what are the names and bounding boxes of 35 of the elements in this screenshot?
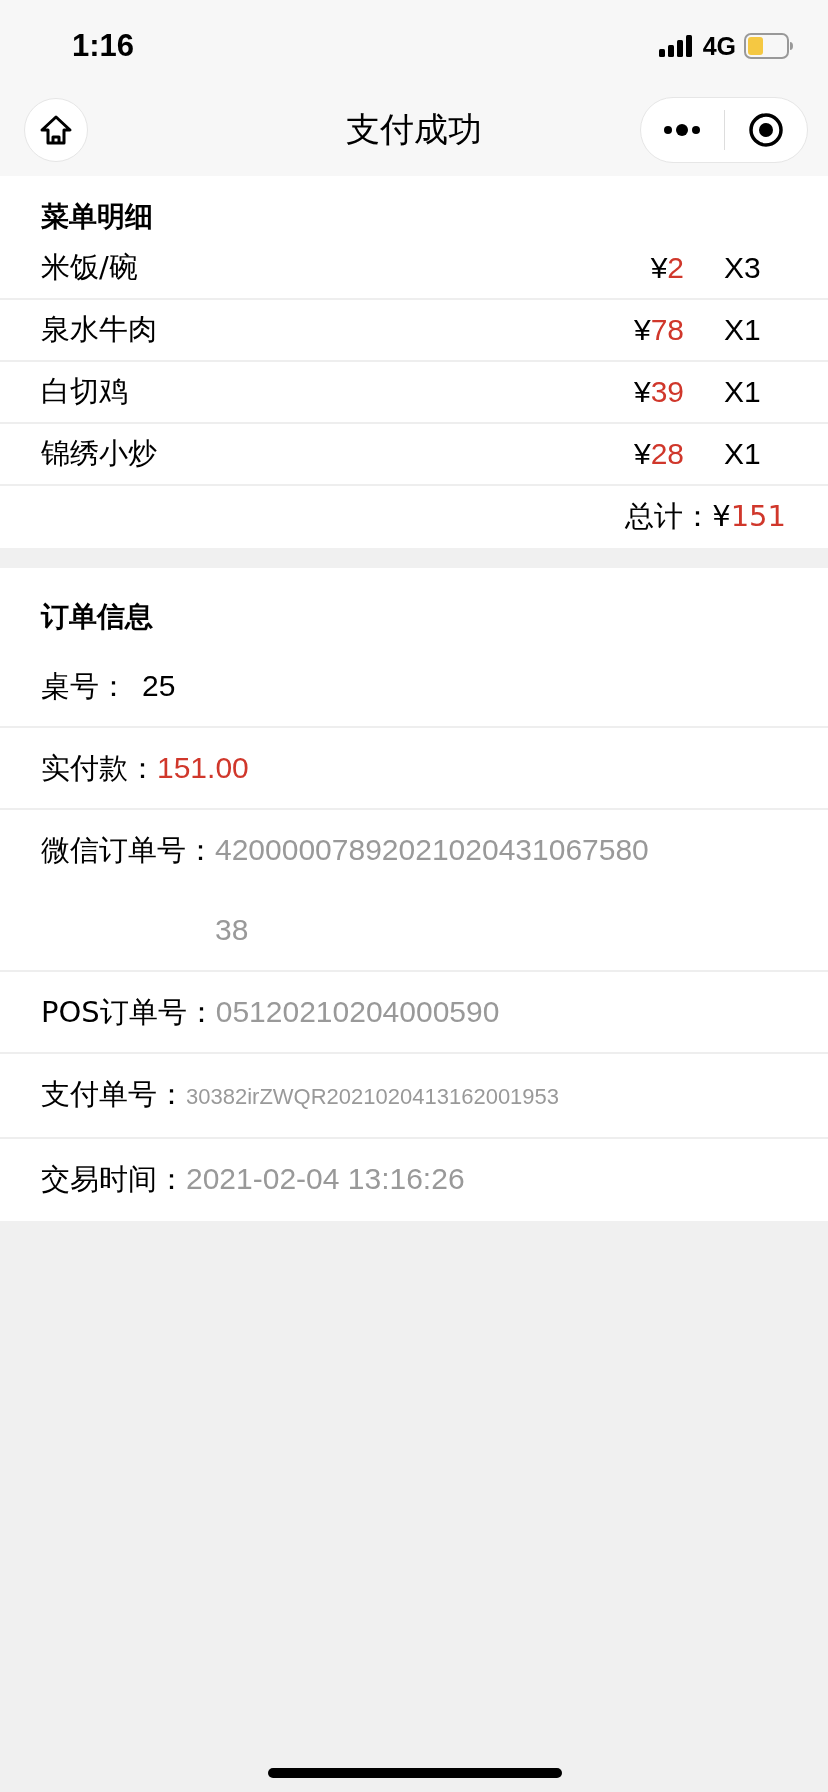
dish-price: ¥28 xyxy=(632,437,684,471)
dish-name: 锦绣小炒 xyxy=(41,435,158,472)
dish-name: 泉水牛肉 xyxy=(41,311,158,348)
dish-price: ¥39 xyxy=(632,375,684,409)
total-amount: 总计：¥151 xyxy=(625,498,786,535)
info-value: 2021-02-04 13:16:26 xyxy=(186,1161,465,1197)
network-label: 4G xyxy=(702,31,736,61)
info-label: 交易时间： xyxy=(41,1161,186,1198)
battery-icon xyxy=(744,33,794,59)
info-value: 151.00 xyxy=(157,750,249,786)
info-label: POS订单号： xyxy=(41,994,216,1031)
page-title: 支付成功 xyxy=(346,108,482,151)
dish-name: 白切鸡 xyxy=(41,373,129,410)
info-value: 4200000789202102043106758038 xyxy=(215,832,650,948)
info-value: 25 xyxy=(141,668,176,704)
info-label: 支付单号： xyxy=(41,1076,186,1113)
signal-icon xyxy=(658,35,695,57)
dish-quantity: X3 xyxy=(723,251,762,285)
info-label: 桌号： xyxy=(41,668,128,705)
info-value: 30382irZWQR2021020413162001953 xyxy=(186,1083,560,1111)
info-value: 05120210204000590 xyxy=(215,994,500,1030)
more-icon xyxy=(662,123,703,137)
dish-quantity: X1 xyxy=(723,437,762,471)
section-title: 订单信息 xyxy=(39,599,154,635)
dish-price: ¥78 xyxy=(632,313,684,347)
target-icon xyxy=(747,112,784,148)
dish-quantity: X1 xyxy=(723,375,762,409)
info-label: 实付款： xyxy=(41,750,157,787)
section-title: 菜单明细 xyxy=(40,199,154,235)
dish-quantity: X1 xyxy=(723,313,762,347)
info-label: 微信订单号： xyxy=(41,832,215,869)
home-icon xyxy=(39,114,73,146)
dish-price: ¥2 xyxy=(649,251,684,285)
status-time: 1:16 xyxy=(72,28,135,64)
dish-name: 米饭/碗 xyxy=(41,249,139,286)
